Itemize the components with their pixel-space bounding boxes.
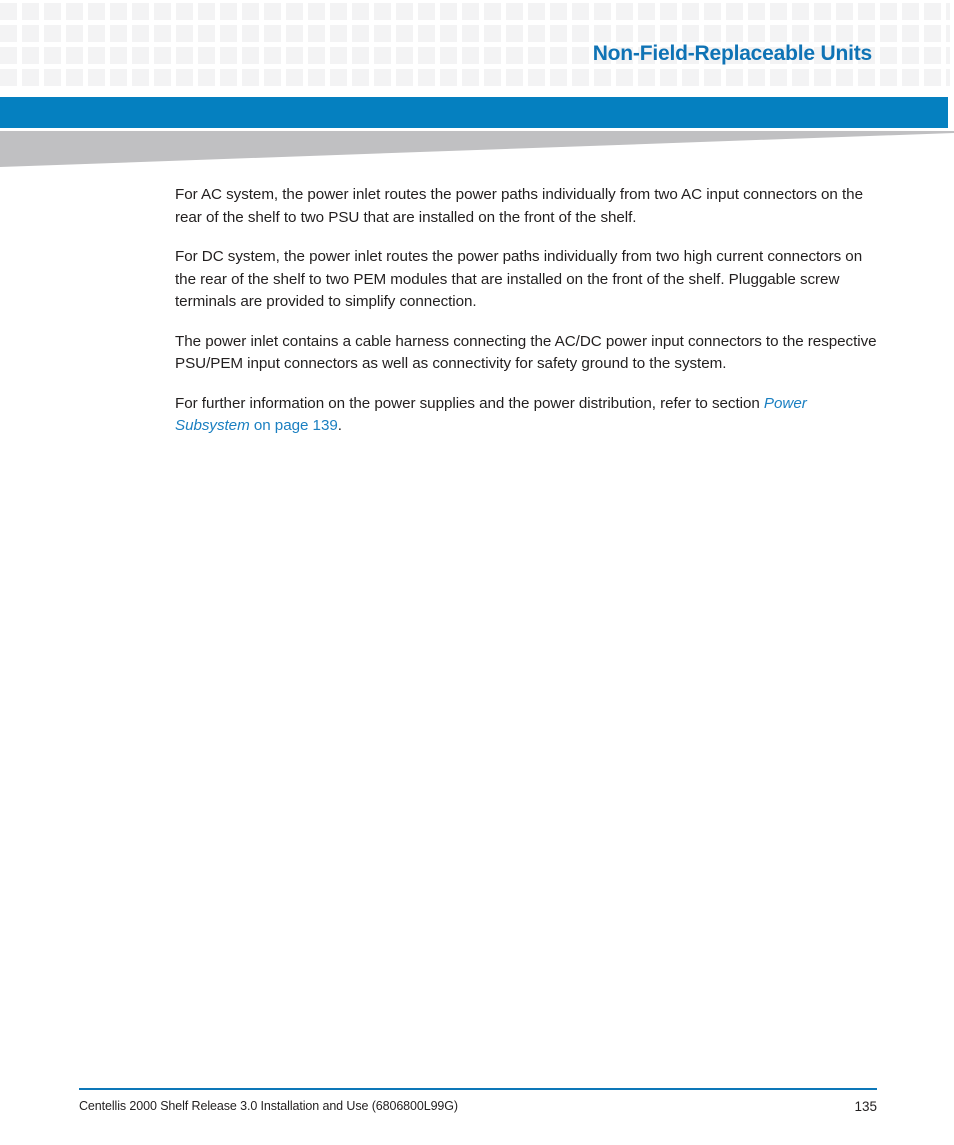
paragraph-ac-system: For AC system, the power inlet routes th… (175, 186, 863, 226)
page-footer: Centellis 2000 Shelf Release 3.0 Install… (79, 1088, 877, 1117)
paragraph-cable-harness: The power inlet contains a cable harness… (175, 332, 877, 373)
paragraph-dc-system: For DC system, the power inlet routes th… (175, 248, 863, 310)
further-info-lead-text: For further information on the power sup… (175, 394, 764, 412)
further-info-trailing-period: . (337, 417, 342, 434)
paragraph-further-info: For further information on the power sup… (175, 393, 880, 438)
cross-reference-page-link[interactable]: on page 139 (250, 417, 338, 434)
page-header: Non-Field-Replaceable Units (0, 0, 954, 92)
footer-document-title: Centellis 2000 Shelf Release 3.0 Install… (79, 1099, 458, 1113)
footer-page-number: 135 (854, 1099, 877, 1114)
footer-row: Centellis 2000 Shelf Release 3.0 Install… (79, 1099, 877, 1117)
header-blue-rule (0, 97, 948, 128)
header-blue-rule-shape (0, 97, 948, 128)
header-gray-wedge-shape (0, 131, 954, 167)
page-title: Non-Field-Replaceable Units (592, 42, 873, 65)
footer-divider-rule (79, 1088, 877, 1090)
header-gray-wedge (0, 131, 954, 167)
page-content: For AC system, the power inlet routes th… (175, 184, 880, 438)
